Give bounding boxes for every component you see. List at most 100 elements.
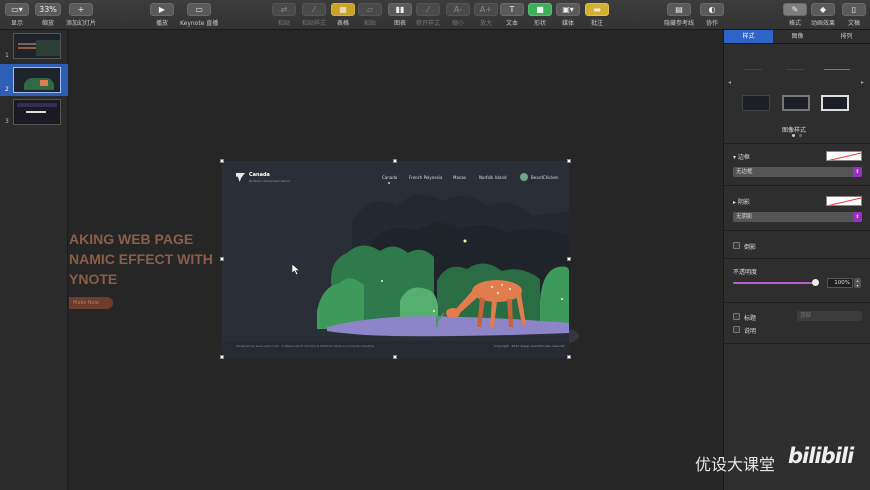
divider <box>724 302 870 303</box>
page-dot-active[interactable] <box>792 134 795 137</box>
play-icon: ▶ <box>150 3 174 16</box>
enlarge-label: 放大 <box>479 20 492 27</box>
reflection-label: 倒影 <box>744 244 757 251</box>
table-icon: ▦ <box>331 3 355 16</box>
reflection-checkbox[interactable] <box>733 242 740 249</box>
resize-handle-right[interactable] <box>567 257 571 261</box>
opacity-slider-knob[interactable] <box>812 279 819 286</box>
chevron-right-icon[interactable]: ▸ <box>861 79 864 86</box>
tab-style[interactable]: 样式 <box>724 30 773 43</box>
opacity-input[interactable]: 100% <box>827 278 853 288</box>
slide-thumbnail-3[interactable]: 3 <box>0 96 68 128</box>
shadow-style-select[interactable]: 无阴影 ⇕ <box>733 212 862 222</box>
resize-handle-bottom-left[interactable] <box>220 355 224 359</box>
mouse-pointer-icon <box>292 264 300 275</box>
keynote-live-button[interactable]: ▭ Keynote 直播 <box>180 3 218 27</box>
style-preset-selected[interactable] <box>821 95 849 111</box>
paste-style-button[interactable]: ⁄ 粘贴样式 <box>302 3 326 27</box>
slide-number: 1 <box>5 52 9 59</box>
shadow-style-value: 无阴影 <box>736 214 753 220</box>
shadow-color-swatch[interactable] <box>826 196 862 206</box>
group-icon: ⇄ <box>272 3 296 16</box>
play-label: 播放 <box>155 20 168 27</box>
title-position-select[interactable]: 顶部 <box>797 311 862 321</box>
slide-username: BeardChicken <box>531 175 559 180</box>
shrink-button[interactable]: A- 缩小 <box>446 3 470 27</box>
insert-icon: ▱ <box>358 3 382 16</box>
border-color-swatch[interactable] <box>826 151 862 161</box>
shrink-label: 缩小 <box>451 20 464 27</box>
animate-icon: ◆ <box>811 3 835 16</box>
shape-button[interactable]: ■ 形状 <box>528 3 552 27</box>
resize-handle-left[interactable] <box>220 257 224 261</box>
caption-checkbox[interactable] <box>733 326 740 333</box>
slide-preview <box>13 33 61 59</box>
ghost-heading-line-1: AKING WEB PAGE <box>69 231 194 247</box>
opacity-slider[interactable] <box>733 282 817 284</box>
resize-handle-top-left[interactable] <box>220 159 224 163</box>
group-button[interactable]: ⇄ 粘贴 <box>272 3 296 27</box>
enlarge-icon: A+ <box>474 3 498 16</box>
table-button[interactable]: ▦ 表格 <box>331 3 355 27</box>
brush-icon: ⁄ <box>302 3 326 16</box>
style-preset[interactable] <box>782 95 810 111</box>
slide-tagline: Northern Wilderness Island <box>249 179 290 183</box>
enlarge-button[interactable]: A+ 放大 <box>474 3 498 27</box>
slide-canvas[interactable]: AKING WEB PAGE NAMIC EFFECT WITH YNOTE M… <box>69 30 723 490</box>
slide-nav-norfolk-island: Norfolk Island <box>479 175 507 180</box>
shadow-toggle[interactable]: ▸ 阴影 <box>733 197 750 206</box>
slide-nav-french-polynesia: French Polynesia <box>409 175 443 180</box>
comment-icon: ▬ <box>585 3 609 16</box>
style-preset[interactable] <box>786 58 804 70</box>
resize-handle-top[interactable] <box>393 159 397 163</box>
slide-nav-canada: Canada <box>382 175 398 180</box>
insert-button[interactable]: ▱ 粘贴 <box>358 3 382 27</box>
shrink-icon: A- <box>446 3 470 16</box>
chart-button[interactable]: ▮▮ 图表 <box>388 3 412 27</box>
chevron-left-icon[interactable]: ◂ <box>728 79 731 86</box>
tab-arrange[interactable]: 排列 <box>822 30 870 43</box>
chevron-updown-icon: ⇕ <box>853 167 862 177</box>
hide-guides-button[interactable]: ▤ 隐藏参考线 <box>664 3 694 27</box>
play-button[interactable]: ▶ 播放 <box>150 3 174 27</box>
animate-button[interactable]: ◆ 动画效果 <box>811 3 835 27</box>
divider <box>724 230 870 231</box>
slide-number: 2 <box>5 86 9 93</box>
comment-label: 批注 <box>590 20 603 27</box>
style-preset[interactable] <box>742 95 770 111</box>
style-preset[interactable] <box>824 58 850 70</box>
title-checkbox[interactable] <box>733 313 740 320</box>
slide-thumbnail-2[interactable]: 2 <box>0 64 68 96</box>
format-button[interactable]: ✎ 格式 <box>783 3 807 27</box>
slide-footer-left: Designed by www.uisdc.com · A Response T… <box>236 344 375 348</box>
border-style-select[interactable]: 无边框 ⇕ <box>733 167 862 177</box>
guides-icon: ▤ <box>667 3 691 16</box>
format-inspector: 样式 图像 排列 ◂ ▸ 图像样式 ▾ 边框 无边框 ⇕ ▸ 阴影 无阴影 ⇕ … <box>723 30 870 490</box>
page-dot[interactable] <box>799 134 802 137</box>
tab-image[interactable]: 图像 <box>773 30 822 43</box>
toolbar: ▭▾ 显示 33% 缩放 + 添加幻灯片 ▶ 播放 ▭ Keynote 直播 ⇄… <box>0 0 870 30</box>
style-preset[interactable] <box>744 58 762 70</box>
collaborate-button[interactable]: ◐ 协作 <box>700 3 724 27</box>
divider <box>724 258 870 259</box>
bilibili-logo: bilibili <box>788 444 854 468</box>
opacity-stepper[interactable]: ▴ ▾ <box>854 278 861 288</box>
slide-thumbnail-1[interactable]: 1 <box>0 30 68 62</box>
comment-button[interactable]: ▬ 批注 <box>585 3 609 27</box>
add-slide-label: 添加幻灯片 <box>66 20 97 27</box>
resize-handle-bottom[interactable] <box>393 355 397 359</box>
view-icon: ▭▾ <box>5 3 29 16</box>
caption-label: 说明 <box>744 328 757 335</box>
resize-handle-bottom-right[interactable] <box>567 355 571 359</box>
border-toggle[interactable]: ▾ 边框 <box>733 152 750 161</box>
media-button[interactable]: ▣▾ 媒体 <box>556 3 580 27</box>
zoom-button[interactable]: 33% 缩放 <box>35 3 61 27</box>
view-button[interactable]: ▭▾ 显示 <box>5 3 29 27</box>
document-button[interactable]: ▯ 文稿 <box>842 3 866 27</box>
remove-style-button[interactable]: ⁄ 移开样式 <box>416 3 440 27</box>
resize-handle-top-right[interactable] <box>567 159 571 163</box>
selected-slide-image[interactable]: Canada Northern Wilderness Island Canada… <box>222 161 569 357</box>
text-button[interactable]: T 文本 <box>500 3 524 27</box>
add-slide-button[interactable]: + 添加幻灯片 <box>66 3 96 27</box>
title-position-value: 顶部 <box>800 313 812 319</box>
